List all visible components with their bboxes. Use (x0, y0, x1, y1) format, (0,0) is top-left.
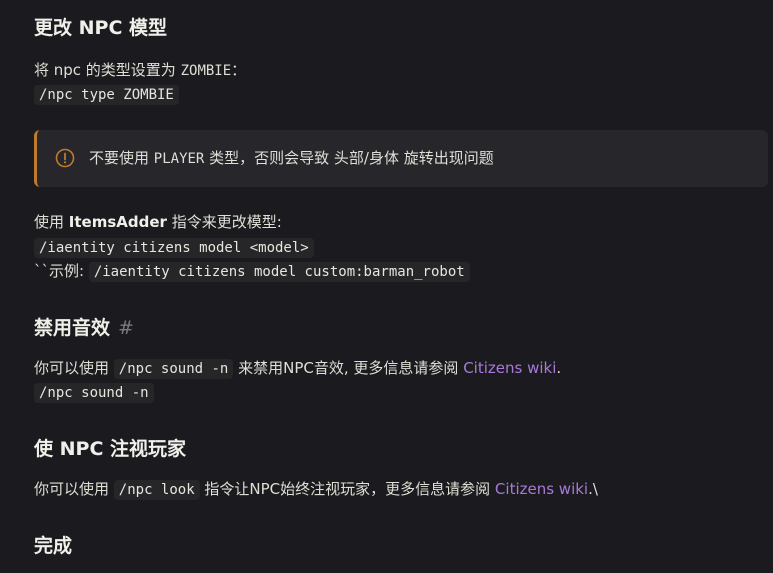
citizens-wiki-link-sound[interactable]: Citizens wiki (463, 359, 556, 377)
heading-anchor-link[interactable]: # (118, 317, 134, 339)
npc-type-command: /npc type ZOMBIE (34, 85, 179, 105)
itemsadder-description: 使用 ItemsAdder 指令来更改模型: (34, 213, 282, 231)
itemsadder-command-line: /iaentity citizens model <model> (34, 235, 314, 260)
warning-icon (55, 148, 75, 168)
npc-look-inline-code: /npc look (113, 480, 200, 500)
warning-callout: 不要使用 PLAYER 类型，否则会导致 头部/身体 旋转出现问题 (34, 130, 768, 187)
iaentity-example-command: /iaentity citizens model custom:barman_r… (88, 262, 470, 282)
model-command-line: /npc type ZOMBIE (34, 82, 179, 107)
model-description: 将 npc 的类型设置为 ZOMBIE： (34, 61, 247, 79)
iaentity-model-command: /iaentity citizens model <model> (34, 238, 314, 258)
itemsadder-strong: ItemsAdder (68, 213, 167, 231)
citizens-wiki-link-look[interactable]: Citizens wiki (495, 480, 588, 498)
look-description: 你可以使用 /npc look 指令让NPC始终注视玩家，更多信息请参阅 Cit… (34, 480, 598, 500)
heading-npc-look: 使 NPC 注视玩家 (34, 438, 187, 460)
warning-text: 不要使用 PLAYER 类型，否则会导致 头部/身体 旋转出现问题 (89, 149, 494, 167)
heading-disable-sound: 禁用音效 # (34, 317, 134, 339)
sound-description: 你可以使用 /npc sound -n 来禁用NPC音效, 更多信息请参阅 Ci… (34, 359, 562, 379)
sound-command-line: /npc sound -n (34, 380, 154, 405)
npc-sound-command: /npc sound -n (34, 383, 154, 403)
npc-sound-inline-code: /npc sound -n (113, 359, 234, 379)
heading-change-model: 更改 NPC 模型 (34, 17, 168, 39)
zombie-inline-code: ZOMBIE (180, 63, 232, 79)
itemsadder-example-line: ``示例: /iaentity citizens model custom:ba… (34, 259, 470, 284)
heading-done: 完成 (34, 535, 73, 557)
doc-page: 更改 NPC 模型 将 npc 的类型设置为 ZOMBIE： /npc type… (0, 0, 773, 573)
player-inline-code: PLAYER (153, 151, 205, 167)
